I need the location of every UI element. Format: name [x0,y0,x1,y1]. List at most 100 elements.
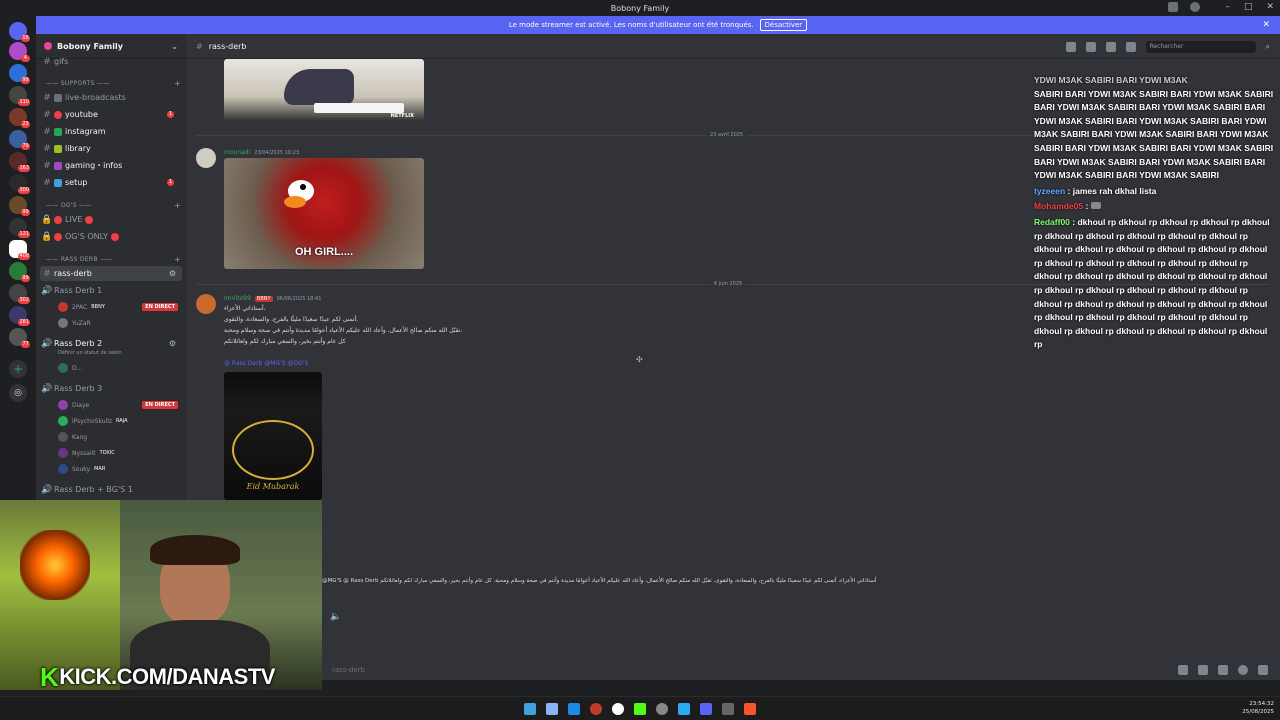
explorer-icon[interactable] [546,703,558,715]
message-input-placeholder: rass-derb [332,666,366,674]
banner-text: Le mode streamer est activé. Les noms d'… [508,21,754,29]
window-titlebar: Bobony Family – □ ✕ [0,0,1280,16]
sidebar-item-gifs[interactable]: # gifs [40,54,182,69]
cursor-icon: ✣ [636,355,643,364]
notifications-icon[interactable] [1085,42,1096,52]
voice-channel-rass-derb-3[interactable]: 🔊 Rass Derb 3 [40,381,182,396]
gif-icon[interactable] [1198,665,1208,675]
hash-icon: # [43,109,51,120]
sidebar-item-live[interactable]: 🔒 LIVE [40,212,182,227]
disable-streamer-button[interactable]: Désactiver [759,19,808,31]
voice-user[interactable]: Kang [58,430,182,444]
add-server-icon[interactable]: + [9,360,27,378]
gif-image[interactable]: NETFLIX [224,59,424,122]
chevron-down-icon: ⌄ [171,42,178,51]
voice-user[interactable]: Nyssaiit TOXIC [58,446,182,460]
server-icon[interactable]: 300 [9,174,30,194]
speaker-icon[interactable]: 🔈 [330,612,341,622]
app-icon[interactable] [612,703,624,715]
server-icon[interactable]: 302 [9,284,30,304]
server-icon[interactable]: 163 [9,152,30,172]
avatar[interactable] [196,148,216,168]
server-icon[interactable]: 4 [9,42,30,62]
kick-app-icon[interactable] [634,703,646,715]
voice-channel-rass-derb-1[interactable]: 🔊 Rass Derb 1 [40,283,182,298]
server-icon[interactable]: 99 [9,64,30,84]
server-icon[interactable]: 99 [9,262,30,282]
server-icon[interactable]: 16 [9,22,30,42]
server-icon[interactable]: 121 [9,218,30,238]
sidebar-item-ogs-only[interactable]: 🔒 OG'S ONLY [40,229,182,244]
speaker-icon: 🔊 [41,383,53,394]
voice-user[interactable]: 2PAC BBNY EN DIRECT [58,300,182,314]
message-input[interactable]: rass-derb [322,661,1280,679]
voice-user[interactable]: Diaye EN DIRECT [58,398,182,412]
app-icon[interactable] [722,703,734,715]
server-icon[interactable]: 110 [9,86,30,106]
server-icon[interactable]: 99 [9,196,30,216]
discover-icon[interactable]: ◎ [9,384,27,402]
inbox-icon[interactable] [1168,2,1178,12]
help-icon[interactable] [1190,2,1200,12]
date-divider-label: 6 juin 2025 [710,281,747,287]
reply-preview[interactable]: @MG'S @ Rass Derb أستاذاتي الأعزاء، أتمن… [322,578,876,584]
server-icon[interactable]: 23 [9,108,30,128]
sidebar-item-youtube[interactable]: # youtube 1 [40,107,182,122]
steam-icon[interactable] [656,703,668,715]
server-icon[interactable]: 77 [9,328,30,348]
close-window-icon[interactable]: ✕ [1266,2,1274,12]
start-icon[interactable] [524,703,536,715]
avatar[interactable] [196,294,216,314]
sidebar-item-instagram[interactable]: # instagram [40,124,182,139]
emoji-icon[interactable] [1238,665,1248,675]
server-icon[interactable]: 281 [9,306,30,326]
voice-user[interactable]: YuZaR [58,316,182,330]
system-clock[interactable]: 23:54:32 25/08/2025 [1242,700,1274,716]
date-divider-label: 23 avril 2025 [706,132,748,138]
threads-icon[interactable] [1065,42,1076,52]
sticker-icon[interactable] [1218,665,1228,675]
message-author[interactable]: mounadi 23/04/2025 10:23 [224,149,299,156]
minimize-icon[interactable]: – [1225,2,1230,12]
status-hint[interactable]: Définir un statut de salon [58,350,122,356]
server-badge-icon [44,42,52,50]
category-ogs[interactable]: —— OG'S —— + [46,201,181,210]
category-supports[interactable]: —— SUPPORTS —— + [46,79,181,88]
server-icon[interactable]: 79 [9,130,30,150]
settings-gear-icon[interactable]: ⚙ [169,269,176,278]
banner-close-icon[interactable]: ✕ [1262,20,1270,30]
sidebar-item-setup[interactable]: # setup 1 [40,175,182,190]
voice-channel-rass-derb-2[interactable]: 🔊 Rass Derb 2 ⚙ [40,336,182,351]
speaker-icon: 🔊 [41,338,53,349]
add-channel-icon[interactable]: + [174,201,181,210]
gif-image[interactable]: OH GIRL.... [224,158,424,269]
eid-card-image[interactable]: Eid Mubarak [224,372,322,500]
pin-icon[interactable] [1105,42,1116,52]
app-icon[interactable] [568,703,580,715]
sidebar-item-library[interactable]: # library [40,141,182,156]
add-channel-icon[interactable]: + [174,79,181,88]
apps-icon[interactable] [1258,665,1268,675]
app-icon[interactable] [590,703,602,715]
telegram-icon[interactable] [678,703,690,715]
discord-icon[interactable] [700,703,712,715]
members-icon[interactable] [1125,42,1136,52]
voice-user[interactable]: Souky MAR [58,462,182,476]
brave-icon[interactable] [744,703,756,715]
voice-user[interactable]: iPsychoSkullz RAJA [58,414,182,428]
server-icon-active[interactable]: 408 [9,240,30,260]
voice-user[interactable]: D... [58,361,182,375]
message-author[interactable]: ImVito99 BBNY 06/06/2025 18:41 [224,295,321,302]
settings-gear-icon[interactable]: ⚙ [169,339,176,348]
add-channel-icon[interactable]: + [174,255,181,264]
maximize-icon[interactable]: □ [1244,2,1253,12]
category-rass-derb[interactable]: —— RASS DERB —— + [46,255,181,264]
mentions[interactable]: @ Rass Derb @MG'S @OG'S [224,360,308,367]
gift-icon[interactable] [1178,665,1188,675]
voice-channel-rass-derb-bgs-1[interactable]: 🔊 Rass Derb + BG'S 1 [40,482,182,497]
sidebar-item-live-broadcasts[interactable]: # live-broadcasts [40,90,182,105]
sidebar-item-rass-derb[interactable]: # rass-derb ⚙ [40,266,182,281]
search-input[interactable]: Rechercher [1145,41,1256,53]
sidebar-item-gaming-infos[interactable]: # gaming・infos [40,158,182,173]
ninja-emote-icon [1090,202,1101,210]
